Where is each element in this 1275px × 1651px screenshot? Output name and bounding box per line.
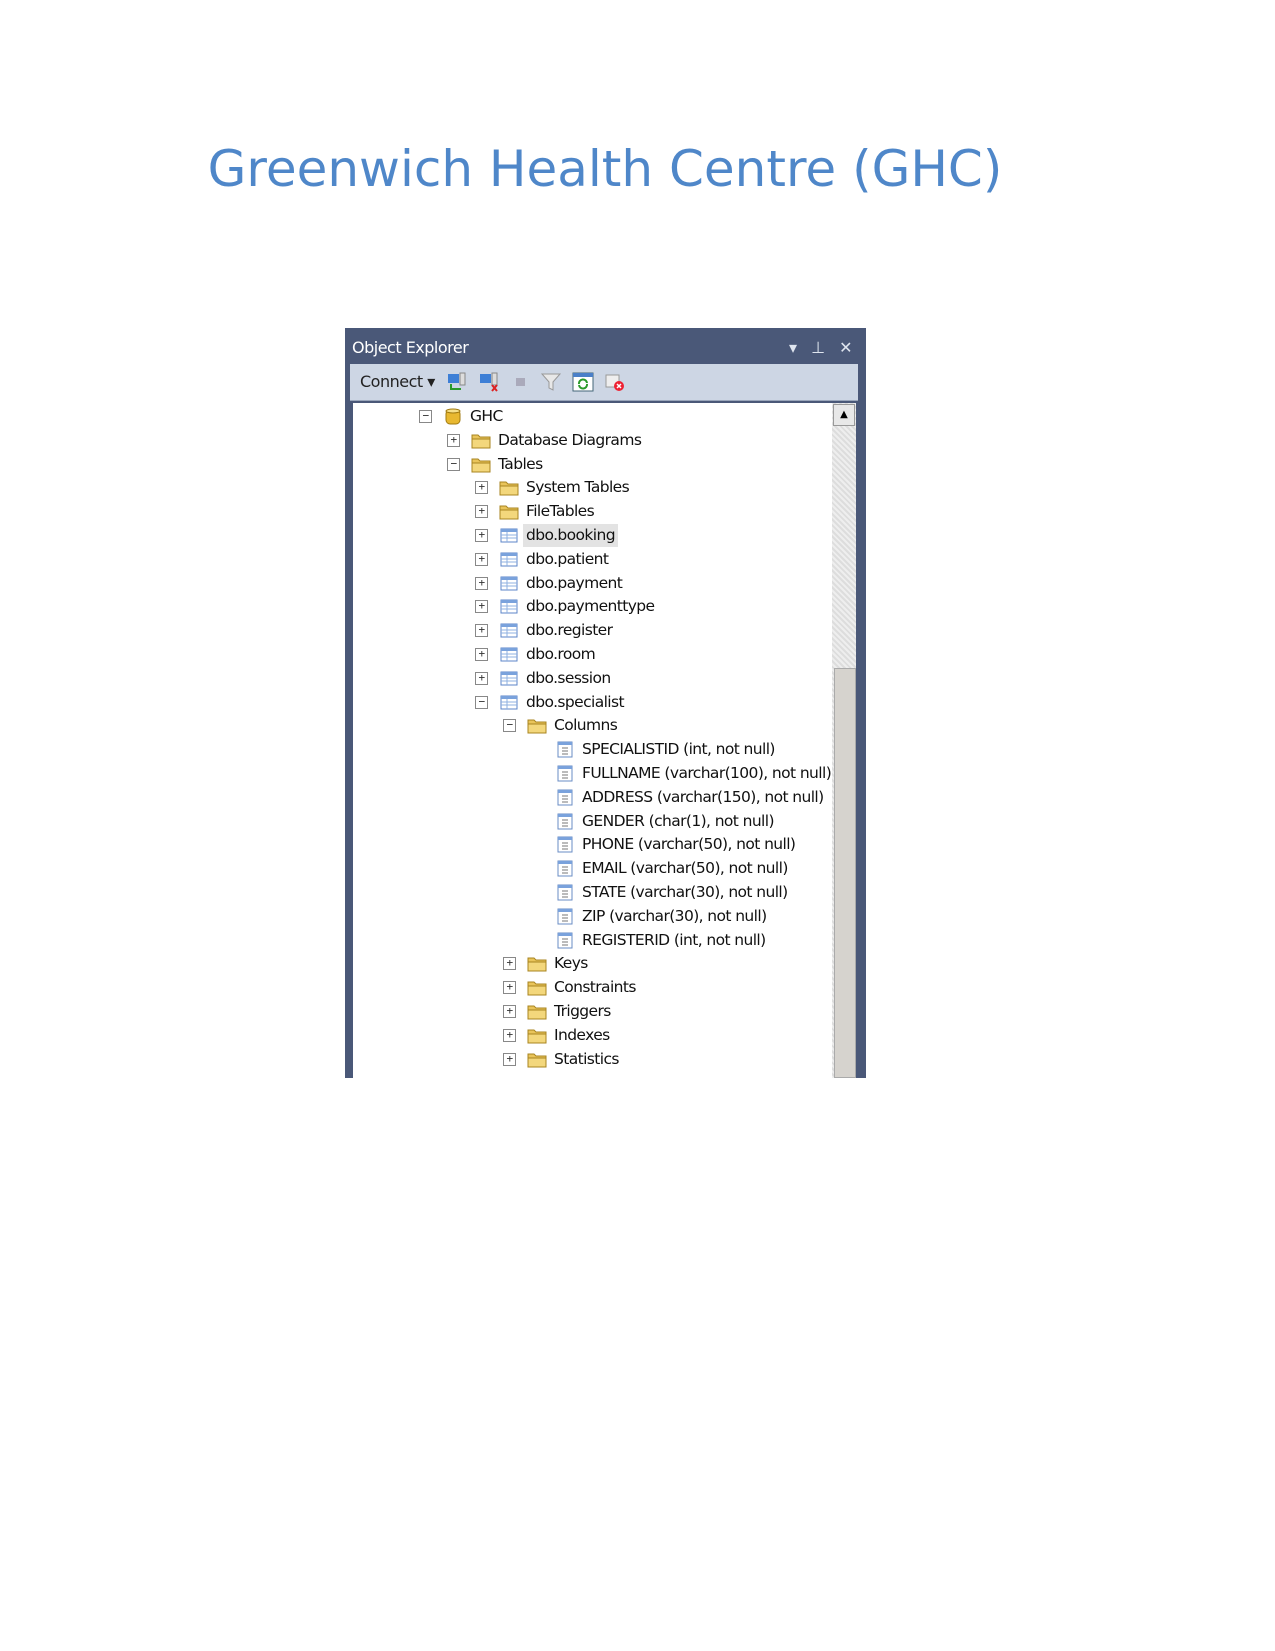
document-title: Greenwich Health Centre (GHC): [207, 140, 1003, 198]
column-icon: [555, 765, 575, 782]
tree-node-label: STATE (varchar(30), not null): [582, 883, 788, 901]
expand-icon[interactable]: +: [503, 981, 516, 995]
tree-node-label: Statistics: [554, 1049, 619, 1068]
database-icon: [443, 408, 463, 425]
tree-node-label: Indexes: [554, 1025, 610, 1044]
folder-icon: [527, 1051, 547, 1068]
panel-title: Object Explorer: [352, 338, 469, 357]
delete-icon[interactable]: [604, 372, 626, 392]
toolbar: Connect ▾: [350, 364, 858, 401]
column-icon: [555, 884, 575, 901]
tree-node-label: dbo.specialist: [526, 692, 625, 711]
folder-icon: [471, 432, 491, 449]
connect-button[interactable]: Connect ▾: [360, 372, 435, 391]
expand-icon[interactable]: +: [503, 1028, 516, 1042]
close-icon[interactable]: ✕: [839, 338, 852, 357]
disconnect-icon[interactable]: [478, 372, 500, 392]
column-icon: [555, 741, 575, 758]
expand-icon[interactable]: +: [503, 1052, 516, 1066]
tree-node-label: PHONE (varchar(50), not null): [582, 835, 796, 854]
collapse-icon[interactable]: −: [475, 695, 488, 709]
document-page: Greenwich Health Centre (GHC) Object Exp…: [0, 0, 1275, 1651]
column-icon: [555, 836, 575, 853]
dropdown-icon[interactable]: ▾: [789, 338, 797, 357]
table-icon: [499, 646, 519, 663]
tree-node-label: dbo.session: [526, 668, 611, 687]
tree-node-label: Tables: [498, 454, 543, 473]
column-icon: [555, 789, 575, 806]
tree-node-label: dbo.booking: [523, 524, 618, 547]
collapse-icon[interactable]: −: [503, 719, 516, 733]
column-icon: [555, 908, 575, 925]
folder-icon: [527, 979, 547, 996]
table-icon: [499, 694, 519, 711]
expand-icon[interactable]: +: [475, 505, 488, 519]
folder-icon: [527, 955, 547, 972]
tree-node-label: FileTables: [526, 502, 595, 521]
collapse-icon[interactable]: −: [419, 410, 432, 423]
tree-node-label: dbo.register: [526, 621, 613, 640]
table-icon: [499, 598, 519, 615]
expand-icon[interactable]: +: [503, 1005, 516, 1018]
expand-icon[interactable]: +: [475, 624, 488, 638]
tree-node-label: ZIP (varchar(30), not null): [582, 906, 767, 925]
table-icon: [499, 670, 519, 687]
connect-label: Connect: [360, 372, 423, 391]
object-tree: − GHC + Database Diagrams − Tables + System Tab…: [353, 403, 832, 1078]
filter-icon[interactable]: [540, 372, 562, 392]
collapse-icon[interactable]: −: [447, 457, 460, 471]
tree-node-label: GENDER (char(1), not null): [582, 811, 775, 830]
folder-icon: [499, 479, 519, 496]
table-icon: [499, 551, 519, 568]
tree-node-label: Constraints: [554, 978, 636, 997]
table-icon: [499, 622, 519, 639]
tree-node-label: ADDRESS (varchar(150), not null): [582, 787, 824, 806]
scrollbar-thumb[interactable]: [834, 668, 856, 1078]
column-icon: [555, 860, 575, 877]
table-icon: [499, 527, 519, 544]
column-icon: [555, 932, 575, 949]
folder-icon: [499, 503, 519, 520]
tree-node-label: SPECIALISTID (int, not null): [582, 740, 775, 759]
vertical-scrollbar[interactable]: ▲: [832, 403, 856, 1078]
expand-icon[interactable]: +: [475, 576, 488, 590]
tree-node-label: Columns: [554, 716, 618, 735]
object-explorer-panel: Object Explorer ▾ ⊥ ✕ Connect ▾ − GHC + Dat…: [345, 328, 866, 1078]
tree-node-label: dbo.room: [526, 645, 596, 663]
folder-icon: [527, 717, 547, 734]
stop-icon[interactable]: [510, 372, 532, 392]
tree-node-label: Database Diagrams: [498, 430, 642, 449]
tree-node-label: Triggers: [554, 1002, 611, 1020]
expand-icon[interactable]: +: [503, 957, 516, 971]
expand-icon[interactable]: +: [447, 433, 460, 447]
tree-node-label: FULLNAME (varchar(100), not null): [582, 764, 832, 782]
panel-title-bar: Object Explorer ▾ ⊥ ✕: [349, 334, 860, 362]
folder-icon: [471, 456, 491, 473]
expand-icon[interactable]: +: [475, 481, 488, 495]
expand-icon[interactable]: +: [475, 529, 488, 542]
table-icon: [499, 575, 519, 592]
tree-node-label: dbo.payment: [526, 573, 623, 592]
folder-icon: [527, 1003, 547, 1020]
refresh-icon[interactable]: [572, 372, 594, 392]
column-icon: [555, 813, 575, 830]
expand-icon[interactable]: +: [475, 552, 488, 566]
tree-node-label: REGISTERID (int, not null): [582, 930, 766, 949]
tree-node-label: Keys: [554, 954, 588, 973]
tree-node-label: System Tables: [526, 478, 630, 497]
expand-icon[interactable]: +: [475, 648, 488, 661]
expand-icon[interactable]: +: [475, 600, 488, 614]
tree-node-label: dbo.patient: [526, 549, 609, 568]
pin-icon[interactable]: ⊥: [811, 338, 825, 357]
expand-icon[interactable]: +: [475, 671, 488, 685]
folder-icon: [527, 1027, 547, 1044]
tree-node-label: dbo.paymenttype: [526, 597, 655, 616]
tree-node-label: GHC: [470, 407, 503, 425]
scroll-up-button[interactable]: ▲: [833, 404, 855, 426]
connect-object-explorer-icon[interactable]: [446, 372, 468, 392]
tree-node-label: EMAIL (varchar(50), not null): [582, 859, 788, 878]
